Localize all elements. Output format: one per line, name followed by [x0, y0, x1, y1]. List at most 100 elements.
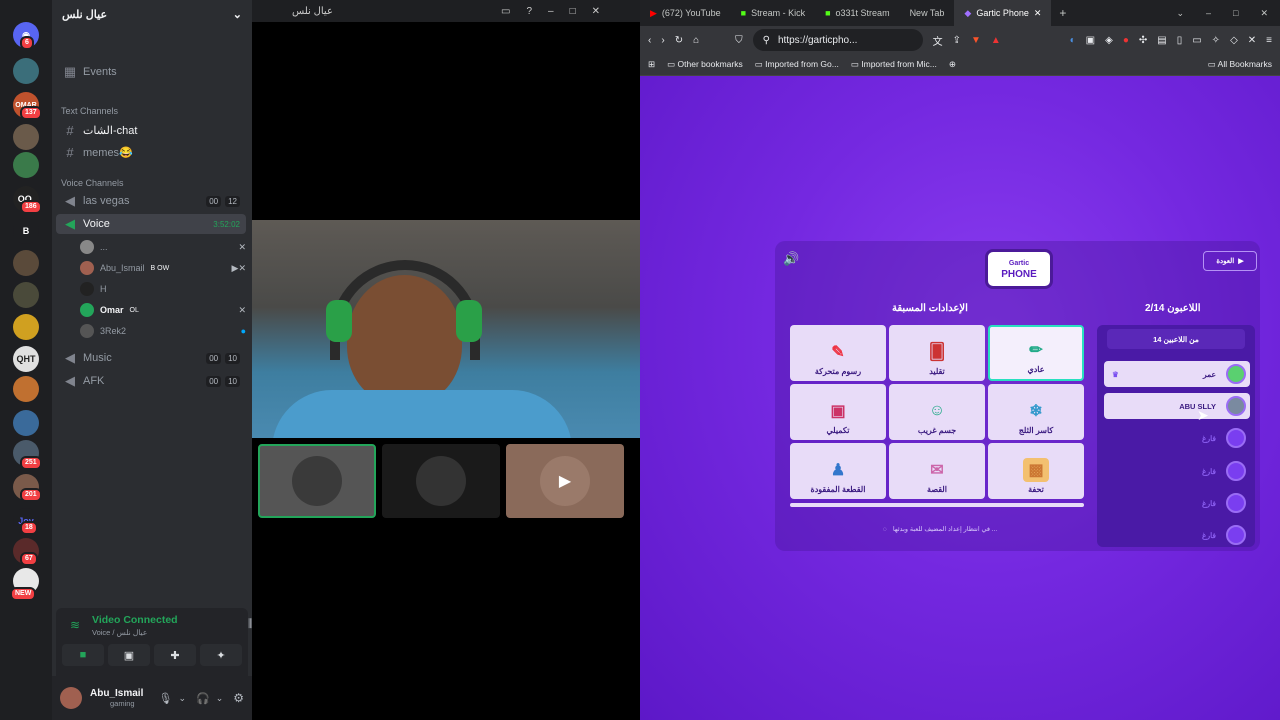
participant-tile[interactable]: ▶ [506, 444, 624, 518]
url-field[interactable]: ⚲ https://garticpho... [752, 29, 923, 51]
tab-gartic[interactable]: ◆ Gartic Phone ✕ [954, 0, 1052, 26]
extensions-icons[interactable]: ◐ ▣ ◈ ● ✣ ▤ ▯ ▭ ✧ ◇ ✕ ≡ [1070, 35, 1272, 46]
reload-icon[interactable]: ↻ [675, 35, 683, 46]
user-info[interactable]: Abu_Ismail gaming [90, 688, 143, 708]
server-icon[interactable] [13, 152, 39, 178]
window-controls[interactable]: ⌄ – □ ✕ [1176, 8, 1280, 19]
bookmark-all[interactable]: ▭ All Bookmarks [1208, 59, 1272, 70]
text-category[interactable]: Text Channels [61, 106, 118, 116]
mode-normal[interactable]: ✏ عادي [988, 325, 1084, 381]
server-icon[interactable]: B [13, 218, 39, 244]
camera-button[interactable]: ■ [62, 644, 104, 666]
voice-user[interactable]: ... ✕ [80, 238, 246, 256]
bookmark-google[interactable]: ▭ Imported from Go... [755, 59, 839, 70]
extension-icon[interactable]: ◈ [1105, 35, 1113, 46]
voice-category[interactable]: Voice Channels [61, 178, 124, 188]
mode-animation[interactable]: ✎ رسوم متحركة [790, 325, 886, 381]
menu-icon[interactable]: ≡ [1266, 35, 1272, 46]
help-icon[interactable]: ? [526, 6, 532, 17]
tab-new[interactable]: New Tab [900, 0, 955, 26]
inbox-icon[interactable]: ▭ [501, 6, 510, 17]
close-icon[interactable]: ✕ [1034, 8, 1042, 19]
events-item[interactable]: ▦ Events [56, 62, 246, 82]
player-row[interactable]: ♛ عمر [1104, 361, 1250, 387]
extension-icon[interactable]: ▤ [1157, 35, 1166, 46]
new-tab-button[interactable]: + [1051, 6, 1074, 20]
rewards-icon[interactable]: ▲ [991, 35, 1001, 46]
puzzle-icon[interactable]: ✣ [1139, 35, 1147, 46]
home-icon[interactable]: ⌂ [693, 35, 699, 46]
volume-icon[interactable]: 🔊 [783, 251, 799, 267]
server-icon[interactable] [13, 250, 39, 276]
share-icon[interactable]: ⇪ [953, 35, 961, 46]
server-icon[interactable] [13, 376, 39, 402]
server-header[interactable]: عيال نلس ⌄ [52, 0, 252, 28]
close-icon[interactable]: ✕ [1260, 8, 1268, 19]
chevron-down-icon[interactable]: ⌄ [216, 693, 224, 704]
headphones-icon[interactable]: 🎧 [196, 692, 210, 705]
window-controls[interactable]: ▭? – □ ✕ [501, 6, 600, 17]
server-icon[interactable] [13, 282, 39, 308]
tab-stream[interactable]: ■ o331t Stream [815, 0, 899, 26]
sidebar-icon[interactable]: ▯ [1177, 35, 1183, 46]
screen-share-button[interactable]: ▣ [108, 644, 150, 666]
mode-complementary[interactable]: ▣ تكميلي [790, 384, 886, 440]
mode-alien-body[interactable]: ☺ جسم غريب [889, 384, 985, 440]
translate-icon[interactable]: 文 [933, 33, 943, 48]
mode-story[interactable]: ✉ القصة [889, 443, 985, 499]
mic-icon[interactable]: 🎙 [158, 692, 172, 705]
back-button[interactable]: العودة ▶ [1203, 251, 1257, 271]
gear-icon[interactable]: ⚙ [233, 691, 244, 705]
channel-chat[interactable]: # الشات-chat [56, 120, 246, 140]
ext-x-icon[interactable]: ✕ [1248, 35, 1256, 46]
wallet-icon[interactable]: ▭ [1192, 35, 1201, 46]
brave-shield-icon[interactable]: ▼ [971, 35, 981, 46]
voice-channel-afk[interactable]: ◀ AFK 00 10 [56, 371, 246, 391]
tab-youtube[interactable]: ▶ (672) YouTube [640, 0, 731, 26]
server-icon[interactable] [13, 314, 39, 340]
tab-kick[interactable]: ■ Stream - Kick [731, 0, 815, 26]
mode-icebreaker[interactable]: ❄ كاسر الثلج [988, 384, 1084, 440]
voice-user[interactable]: 3Rek2 ● [80, 322, 246, 340]
main-camera-feed[interactable] [252, 220, 640, 438]
forward-icon[interactable]: › [661, 35, 664, 46]
extension-icon[interactable]: ▣ [1086, 35, 1095, 46]
globe-icon[interactable]: ⊕ [949, 59, 956, 70]
leo-icon[interactable]: ✧ [1212, 35, 1220, 46]
activities-button[interactable]: ✚ [154, 644, 196, 666]
avatar[interactable] [60, 687, 82, 709]
server-icon[interactable] [13, 58, 39, 84]
bookmark-other[interactable]: ▭ Other bookmarks [667, 59, 743, 70]
back-icon[interactable]: ‹ [648, 35, 651, 46]
server-icon[interactable]: QHT [13, 346, 39, 372]
close-icon[interactable]: ✕ [592, 6, 600, 17]
voice-channel-music[interactable]: ◀ Music 00 10 [56, 348, 246, 368]
soundboard-button[interactable]: ✦ [200, 644, 242, 666]
bookmark-icon[interactable]: ⛉ [735, 35, 743, 46]
voice-user[interactable]: Abu_Ismail B OW ▶✕ [80, 259, 246, 277]
chevron-down-icon[interactable]: ⌄ [178, 693, 186, 704]
server-icon[interactable] [13, 124, 39, 150]
apps-icon[interactable]: ⊞ [648, 59, 655, 70]
participant-tile[interactable] [382, 444, 500, 518]
voice-user[interactable]: H [80, 280, 246, 298]
vpn-icon[interactable]: ◇ [1230, 35, 1238, 46]
bookmark-microsoft[interactable]: ▭ Imported from Mic... [851, 59, 937, 70]
maximize-icon[interactable]: □ [1233, 8, 1238, 19]
chevron-down-icon[interactable]: ⌄ [1176, 8, 1184, 19]
extension-icon[interactable]: ◐ [1070, 35, 1076, 46]
voice-channel-las-vegas[interactable]: ◀ las vegas 00 12 [56, 191, 246, 211]
voice-channel-voice[interactable]: ◀ Voice 3:52:02 [56, 214, 246, 234]
minimize-icon[interactable]: – [1206, 8, 1211, 19]
server-icon[interactable] [13, 410, 39, 436]
channel-memes[interactable]: # memes😂 [56, 142, 246, 162]
voice-user[interactable]: Omar OL ✕ [80, 301, 246, 319]
minimize-icon[interactable]: – [548, 6, 554, 17]
mode-imitation[interactable]: 🂠 تقليد [889, 325, 985, 381]
maximize-icon[interactable]: □ [570, 6, 576, 17]
participant-tile[interactable] [258, 444, 376, 518]
player-row[interactable]: ABU SLLY [1104, 393, 1250, 419]
extension-icon[interactable]: ● [1123, 35, 1129, 46]
mode-missing-piece[interactable]: ♟ القطعة المفقودة [790, 443, 886, 499]
mode-masterpiece[interactable]: ▩ تحفة [988, 443, 1084, 499]
